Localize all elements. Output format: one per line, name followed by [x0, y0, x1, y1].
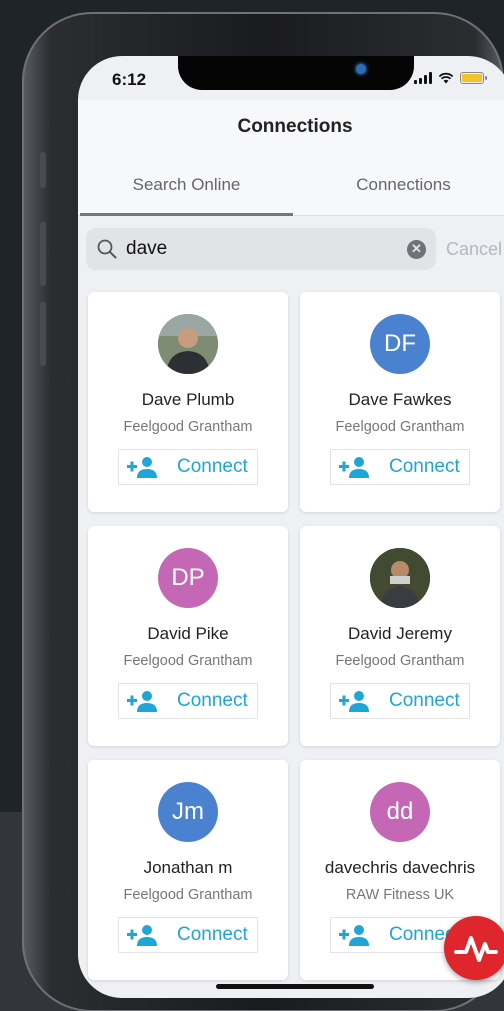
- avatar-photo: [370, 548, 430, 608]
- avatar: DP: [158, 548, 218, 608]
- connection-organization: Feelgood Grantham: [123, 887, 253, 903]
- status-icons: [414, 72, 487, 84]
- add-user-icon: [339, 457, 369, 478]
- app-screen: 6:12 Connections Search Online Connectio…: [78, 56, 504, 998]
- connection-organization: Feelgood Grantham: [335, 419, 465, 435]
- avatar-initials: DF: [384, 330, 416, 357]
- phone-mute-switch: [40, 152, 46, 188]
- connection-name: Dave Fawkes: [348, 390, 452, 409]
- connection-organization: Feelgood Grantham: [335, 653, 465, 669]
- clear-search-icon[interactable]: ✕: [406, 239, 426, 259]
- connection-name: Dave Plumb: [141, 390, 235, 409]
- avatar-initials: DP: [171, 564, 205, 591]
- avatar: dd: [370, 782, 430, 842]
- avatar: DF: [370, 314, 430, 374]
- tab-bar: Search Online Connections: [78, 154, 504, 216]
- connect-button[interactable]: Connect: [118, 449, 258, 485]
- connect-label: Connect: [389, 690, 460, 711]
- phone-volume-up: [40, 222, 46, 286]
- connect-button[interactable]: Connect: [330, 449, 470, 485]
- battery-icon: [460, 72, 487, 84]
- home-indicator: [216, 984, 374, 989]
- tab-connections[interactable]: Connections: [295, 154, 504, 215]
- connect-button[interactable]: Connect: [118, 683, 258, 719]
- avatar-initials: dd: [386, 798, 414, 825]
- add-user-icon: [127, 925, 157, 946]
- connection-organization: Feelgood Grantham: [123, 419, 253, 435]
- activity-pulse-icon: [454, 936, 498, 962]
- search-box[interactable]: ✕: [86, 228, 436, 270]
- result-card: Jm Jonathan m Feelgood Grantham Connect: [88, 760, 288, 980]
- avatar: [370, 548, 430, 608]
- phone-notch: [178, 56, 414, 90]
- activity-fab-button[interactable]: [444, 916, 504, 980]
- results-grid: Dave Plumb Feelgood Grantham Connect DF …: [88, 292, 502, 980]
- signal-icon: [414, 72, 432, 84]
- camera-dot: [356, 64, 366, 74]
- add-user-icon: [127, 457, 157, 478]
- tab-search-online[interactable]: Search Online: [78, 154, 295, 216]
- connection-name: David Jeremy: [348, 624, 452, 643]
- connect-label: Connect: [177, 690, 248, 711]
- avatar-photo: [158, 314, 218, 374]
- phone-volume-down: [40, 302, 46, 366]
- connection-name: David Pike: [147, 624, 229, 643]
- wifi-icon: [438, 72, 454, 84]
- connect-label: Connect: [389, 456, 460, 477]
- connection-name: davechris davechris: [324, 858, 476, 877]
- search-input[interactable]: [126, 238, 407, 260]
- page-title: Connections: [237, 116, 353, 137]
- search-row: ✕ Cancel: [78, 216, 504, 282]
- result-card: Dave Plumb Feelgood Grantham Connect: [88, 292, 288, 512]
- nav-header: Connections: [78, 100, 504, 154]
- connection-organization: Feelgood Grantham: [123, 653, 253, 669]
- phone-frame: 6:12 Connections Search Online Connectio…: [22, 12, 504, 1011]
- result-card: David Jeremy Feelgood Grantham Connect: [300, 526, 500, 746]
- result-card: DF Dave Fawkes Feelgood Grantham Connect: [300, 292, 500, 512]
- avatar: Jm: [158, 782, 218, 842]
- connect-button[interactable]: Connect: [118, 917, 258, 953]
- connection-organization: RAW Fitness UK: [345, 887, 455, 903]
- add-user-icon: [339, 925, 369, 946]
- connection-name: Jonathan m: [143, 858, 233, 877]
- search-icon: [97, 239, 117, 259]
- cancel-button[interactable]: Cancel: [446, 239, 502, 260]
- status-time: 6:12: [112, 70, 147, 89]
- connect-label: Connect: [177, 924, 248, 945]
- connect-label: Connect: [177, 456, 248, 477]
- avatar: [158, 314, 218, 374]
- avatar-initials: Jm: [172, 798, 204, 825]
- add-user-icon: [339, 691, 369, 712]
- connect-button[interactable]: Connect: [330, 683, 470, 719]
- add-user-icon: [127, 691, 157, 712]
- result-card: DP David Pike Feelgood Grantham Connect: [88, 526, 288, 746]
